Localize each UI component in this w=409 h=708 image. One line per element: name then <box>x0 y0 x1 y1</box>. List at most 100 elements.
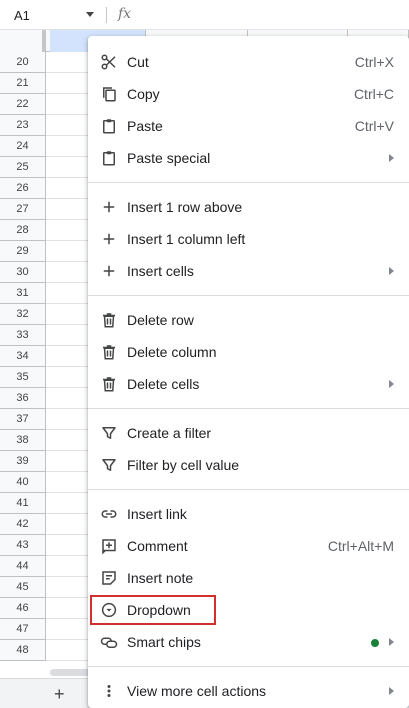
cell-context-menu: Cut Ctrl+X Copy Ctrl+C Paste Ctrl+V Paste spec… <box>88 36 409 708</box>
row-header[interactable]: 24 <box>0 136 46 157</box>
row-header[interactable]: 47 <box>0 619 46 640</box>
clipboard-icon <box>100 149 118 167</box>
name-box-value: A1 <box>14 7 30 23</box>
row-header[interactable]: 27 <box>0 199 46 220</box>
highlight-box <box>90 595 216 625</box>
menu-item-delete-cells[interactable]: Delete cells <box>88 368 409 400</box>
menu-item-copy[interactable]: Copy Ctrl+C <box>88 78 409 110</box>
row-header[interactable]: 21 <box>0 73 46 94</box>
select-all-corner[interactable] <box>0 30 46 52</box>
keyboard-shortcut: Ctrl+X <box>354 54 394 70</box>
menu-item-view-more-cell-actions[interactable]: View more cell actions <box>88 675 409 707</box>
menu-item-label: Delete row <box>127 312 194 328</box>
comment-add-icon <box>100 537 118 555</box>
menu-item-paste-special[interactable]: Paste special <box>88 142 409 174</box>
new-feature-dot-icon <box>371 639 379 647</box>
submenu-arrow-icon <box>389 380 394 388</box>
menu-item-label: Insert 1 row above <box>127 199 243 215</box>
link-icon <box>100 505 118 523</box>
menu-item-insert-1-row-above[interactable]: Insert 1 row above <box>88 191 409 223</box>
formula-bar: A1 fx <box>0 0 409 30</box>
row-headers: 20 21 22 23 24 25 26 27 28 29 30 31 32 33 34 35 36 37 38 39… <box>0 52 46 661</box>
menu-item-label: Delete column <box>127 344 217 360</box>
row-header[interactable]: 45 <box>0 577 46 598</box>
menu-item-label: Paste special <box>127 150 211 166</box>
menu-item-delete-row[interactable]: Delete row <box>88 304 409 336</box>
row-header[interactable]: 22 <box>0 94 46 115</box>
row-header[interactable]: 28 <box>0 220 46 241</box>
row-header[interactable]: 44 <box>0 556 46 577</box>
menu-item-label: Create a filter <box>127 425 212 441</box>
name-box[interactable]: A1 <box>0 0 104 30</box>
row-header[interactable]: 40 <box>0 472 46 493</box>
add-sheet-button[interactable]: + <box>54 684 65 705</box>
name-box-dropdown-icon[interactable] <box>86 12 94 17</box>
row-header[interactable]: 35 <box>0 367 46 388</box>
filter-icon <box>100 456 118 474</box>
smart-chips-icon <box>100 633 118 651</box>
menu-item-filter-by-cell-value[interactable]: Filter by cell value <box>88 449 409 481</box>
menu-item-label: Comment <box>127 538 188 554</box>
row-header[interactable]: 20 <box>0 52 46 73</box>
menu-item-label: View more cell actions <box>127 683 267 699</box>
row-header[interactable]: 48 <box>0 640 46 661</box>
row-header[interactable]: 43 <box>0 535 46 556</box>
menu-item-label: Insert link <box>127 506 187 522</box>
trash-icon <box>100 311 118 329</box>
divider <box>106 7 107 23</box>
menu-item-create-a-filter[interactable]: Create a filter <box>88 417 409 449</box>
row-header[interactable]: 26 <box>0 178 46 199</box>
row-header[interactable]: 29 <box>0 241 46 262</box>
menu-item-insert-1-column-left[interactable]: Insert 1 column left <box>88 223 409 255</box>
filter-icon <box>100 424 118 442</box>
menu-item-label: Filter by cell value <box>127 457 240 473</box>
row-header[interactable]: 25 <box>0 157 46 178</box>
row-header[interactable]: 30 <box>0 262 46 283</box>
row-header[interactable]: 23 <box>0 115 46 136</box>
fx-icon: fx <box>118 6 132 22</box>
scissors-icon <box>100 53 118 71</box>
row-header[interactable]: 46 <box>0 598 46 619</box>
menu-item-comment[interactable]: Comment Ctrl+Alt+M <box>88 530 409 562</box>
keyboard-shortcut: Ctrl+C <box>353 86 394 102</box>
keyboard-shortcut: Ctrl+Alt+M <box>327 538 394 554</box>
menu-item-label: Paste <box>127 118 163 134</box>
clipboard-icon <box>100 117 118 135</box>
row-header[interactable]: 41 <box>0 493 46 514</box>
trash-icon <box>100 375 118 393</box>
row-header[interactable]: 38 <box>0 430 46 451</box>
menu-item-cut[interactable]: Cut Ctrl+X <box>88 46 409 78</box>
submenu-arrow-icon <box>389 687 394 695</box>
row-header[interactable]: 36 <box>0 388 46 409</box>
menu-item-smart-chips[interactable]: Smart chips <box>88 626 409 658</box>
menu-item-delete-column[interactable]: Delete column <box>88 336 409 368</box>
row-header[interactable]: 42 <box>0 514 46 535</box>
row-header[interactable]: 37 <box>0 409 46 430</box>
menu-separator <box>88 182 409 183</box>
row-header[interactable]: 31 <box>0 283 46 304</box>
menu-item-label: Copy <box>127 86 160 102</box>
menu-item-label: Delete cells <box>127 376 200 392</box>
menu-item-label: Smart chips <box>127 634 201 650</box>
row-header[interactable]: 32 <box>0 304 46 325</box>
menu-item-label: Cut <box>127 54 149 70</box>
menu-item-insert-note[interactable]: Insert note <box>88 562 409 594</box>
submenu-arrow-icon <box>389 154 394 162</box>
plus-icon <box>100 198 118 216</box>
menu-item-insert-cells[interactable]: Insert cells <box>88 255 409 287</box>
trash-icon <box>100 343 118 361</box>
row-header[interactable]: 33 <box>0 325 46 346</box>
menu-separator <box>88 666 409 667</box>
menu-item-paste[interactable]: Paste Ctrl+V <box>88 110 409 142</box>
row-header[interactable]: 34 <box>0 346 46 367</box>
more-vert-icon <box>100 682 118 700</box>
submenu-arrow-icon <box>389 638 394 646</box>
menu-separator <box>88 295 409 296</box>
menu-item-label: Insert 1 column left <box>127 231 246 247</box>
menu-item-insert-link[interactable]: Insert link <box>88 498 409 530</box>
plus-icon <box>100 262 118 280</box>
menu-item-label: Insert cells <box>127 263 194 279</box>
menu-item-dropdown[interactable]: Dropdown <box>88 594 409 626</box>
row-header[interactable]: 39 <box>0 451 46 472</box>
note-icon <box>100 569 118 587</box>
